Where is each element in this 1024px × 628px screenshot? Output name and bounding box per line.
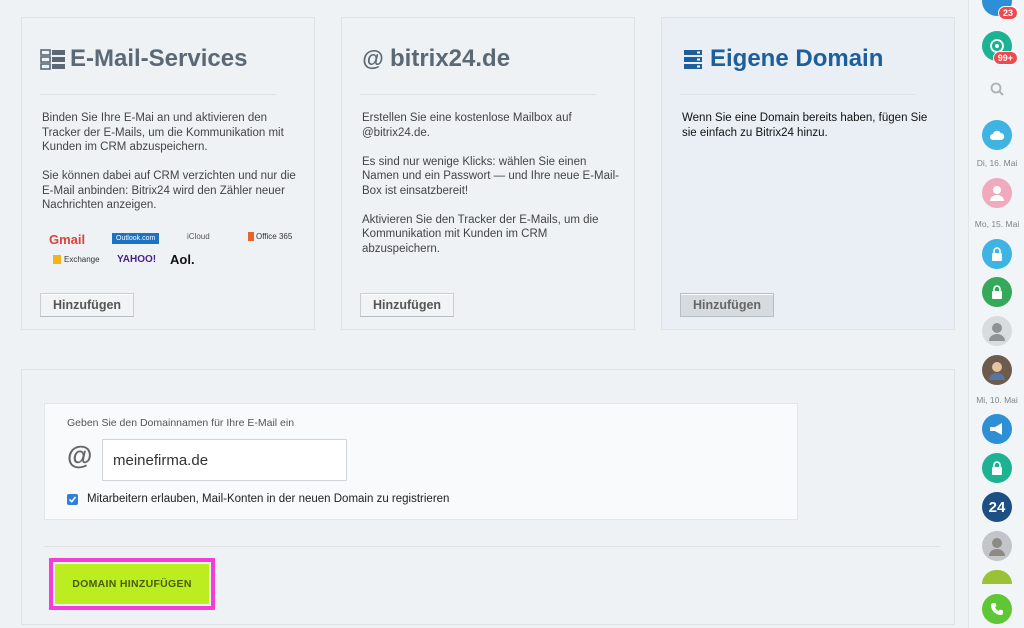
- add-own-domain-button[interactable]: Hinzufügen: [680, 293, 775, 317]
- main-area: E-Mail-Services Binden Sie Ihre E-Mai an…: [0, 0, 968, 628]
- icloud-logo: iCloud: [187, 232, 210, 241]
- yahoo-logo: YAHOO!: [117, 254, 157, 265]
- lock-icon[interactable]: [982, 239, 1012, 269]
- gmail-logo: Gmail: [49, 232, 86, 247]
- notification-badge: 23: [997, 6, 1018, 20]
- lock-icon[interactable]: [982, 277, 1012, 307]
- exchange-logo: Exchange: [53, 255, 100, 264]
- phone-icon[interactable]: [982, 594, 1012, 624]
- card-bitrix24[interactable]: @ bitrix24.de Erstellen Sie eine kostenl…: [341, 17, 635, 330]
- card-title: @ bitrix24.de: [360, 44, 510, 74]
- card-title: Eigene Domain: [680, 44, 883, 74]
- highlight-frame: DOMAIN HINZUFÜGEN: [49, 558, 215, 610]
- date-label: Mi, 10. Mai: [976, 395, 1018, 405]
- add-email-service-button[interactable]: Hinzufügen: [40, 293, 135, 317]
- right-sidebar: 23 99+ Di, 16. Mai Mo, 15. Mai Mi, 10. M…: [968, 0, 1024, 628]
- at-icon: @: [362, 46, 384, 71]
- chat-icon[interactable]: 99+: [982, 31, 1018, 65]
- add-bitrix24-mailbox-button[interactable]: Hinzufügen: [360, 293, 455, 317]
- add-domain-button[interactable]: DOMAIN HINZUFÜGEN: [55, 564, 209, 604]
- domain-form: Geben Sie den Domainnamen für Ihre E-Mai…: [44, 403, 798, 520]
- divider: [40, 94, 276, 95]
- lock-icon[interactable]: [982, 453, 1012, 483]
- lock-icon[interactable]: [982, 570, 1012, 584]
- avatar[interactable]: [982, 178, 1012, 208]
- cloud-icon[interactable]: [982, 120, 1012, 150]
- server-icon: [40, 47, 66, 71]
- card-own-domain[interactable]: Eigene Domain Wenn Sie eine Domain berei…: [661, 17, 955, 330]
- aol-logo: Aol.: [170, 252, 195, 267]
- allow-registration-label: Mitarbeitern erlauben, Mail-Konten in de…: [87, 493, 450, 505]
- notification-badge: 99+: [992, 51, 1018, 65]
- domain-input[interactable]: [102, 439, 347, 481]
- at-icon: @: [67, 440, 93, 470]
- domain-panel: Geben Sie den Domainnamen für Ihre E-Mai…: [21, 369, 955, 625]
- contacts-icon[interactable]: 23: [982, 0, 1018, 20]
- domain-label: Geben Sie den Domainnamen für Ihre E-Mai…: [67, 417, 295, 429]
- card-title: E-Mail-Services: [40, 44, 247, 74]
- divider: [44, 546, 940, 547]
- megaphone-icon[interactable]: [982, 414, 1012, 444]
- allow-registration-row[interactable]: Mitarbeitern erlauben, Mail-Konten in de…: [67, 493, 449, 505]
- divider: [360, 94, 596, 95]
- outlook-logo: Outlook.com: [112, 233, 160, 244]
- date-label: Mo, 15. Mai: [974, 219, 1020, 229]
- card-description: Erstellen Sie eine kostenlose Mailbox au…: [362, 112, 619, 255]
- office365-logo: Office 365: [248, 232, 292, 241]
- server-icon: [680, 47, 706, 71]
- bitrix24-app-icon[interactable]: 24: [982, 492, 1012, 522]
- divider: [680, 94, 916, 95]
- date-label: Di, 16. Mai: [976, 158, 1018, 168]
- avatar[interactable]: [982, 316, 1012, 346]
- card-email-services[interactable]: E-Mail-Services Binden Sie Ihre E-Mai an…: [21, 17, 315, 330]
- avatar[interactable]: [982, 531, 1012, 561]
- allow-registration-checkbox[interactable]: [67, 493, 78, 505]
- card-description: Wenn Sie eine Domain bereits haben, füge…: [682, 112, 928, 139]
- card-description: Binden Sie Ihre E-Mai an und aktivieren …: [42, 112, 296, 211]
- avatar[interactable]: [982, 355, 1012, 385]
- search-icon[interactable]: [982, 74, 1012, 104]
